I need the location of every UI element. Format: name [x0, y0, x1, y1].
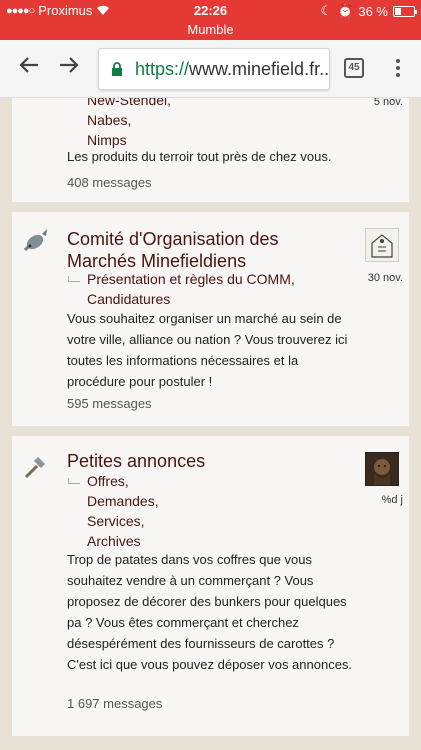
avatar[interactable] [365, 228, 399, 262]
back-arrow-icon[interactable] [14, 54, 44, 84]
forum-description: Les produits du terroir tout près de che… [67, 149, 332, 164]
subforum-link[interactable]: Candidatures [87, 289, 295, 309]
tree-connector [68, 478, 80, 484]
app-title: Mumble [0, 22, 421, 40]
battery-icon [393, 5, 417, 17]
hammer-icon [22, 454, 48, 485]
subforum-link[interactable]: Demandes, [87, 491, 159, 511]
forum-list: New-Stendel, Nabes, Nimps Les produits d… [0, 98, 421, 750]
forum-category-produits[interactable]: New-Stendel, Nabes, Nimps Les produits d… [12, 98, 409, 202]
message-count: 408 messages [67, 175, 152, 190]
alarm-icon: ⏰ [337, 3, 354, 18]
subforum-link[interactable]: Services, [87, 511, 159, 531]
moon-icon: ☾ [320, 3, 333, 18]
url-text: www.minefield.fr... [189, 59, 330, 79]
url-bar[interactable]: https://www.minefield.fr... [98, 48, 330, 90]
tree-connector [68, 276, 80, 282]
avatar[interactable] [365, 452, 399, 486]
overflow-menu-icon[interactable] [388, 57, 408, 79]
battery-percent: 36 % [358, 3, 388, 19]
subforum-link[interactable]: Archives [87, 531, 159, 551]
fish-icon [22, 228, 48, 259]
subforum-link[interactable]: Nabes, [87, 110, 171, 130]
tab-switcher-icon[interactable]: 45 [344, 58, 364, 78]
forum-title[interactable]: Comité d'Organisation des Marchés Minefi… [67, 228, 307, 272]
last-post-date: 30 nov. [367, 272, 403, 284]
forum-category-comm[interactable]: Comité d'Organisation des Marchés Minefi… [12, 212, 409, 426]
forum-category-annonces[interactable]: Petites annonces Offres, Demandes, Servi… [12, 436, 409, 736]
subforum-link[interactable]: Présentation et règles du COMM, [87, 269, 295, 289]
browser-toolbar: https://www.minefield.fr... 45 [0, 40, 421, 98]
forward-arrow-icon[interactable] [54, 54, 84, 84]
battery-level [395, 7, 402, 15]
last-post-date: %d j [381, 494, 403, 506]
message-count: 1 697 messages [67, 696, 163, 711]
subforum-link[interactable]: Offres, [87, 471, 159, 491]
forum-title[interactable]: Petites annonces [67, 450, 307, 472]
lock-icon [112, 62, 122, 76]
url-scheme: https:// [135, 59, 190, 79]
forum-description: Trop de patates dans vos coffres que vou… [67, 552, 353, 672]
last-post-date: 5 nov. [373, 98, 403, 108]
message-count: 595 messages [67, 396, 152, 411]
forum-description: Vous souhaitez organiser un marché au se… [67, 311, 348, 389]
status-bar: ●●●●○ Proximus 22:26 ☾ ⏰ 36 % [0, 0, 421, 22]
subforum-link[interactable]: New-Stendel, [87, 98, 171, 110]
